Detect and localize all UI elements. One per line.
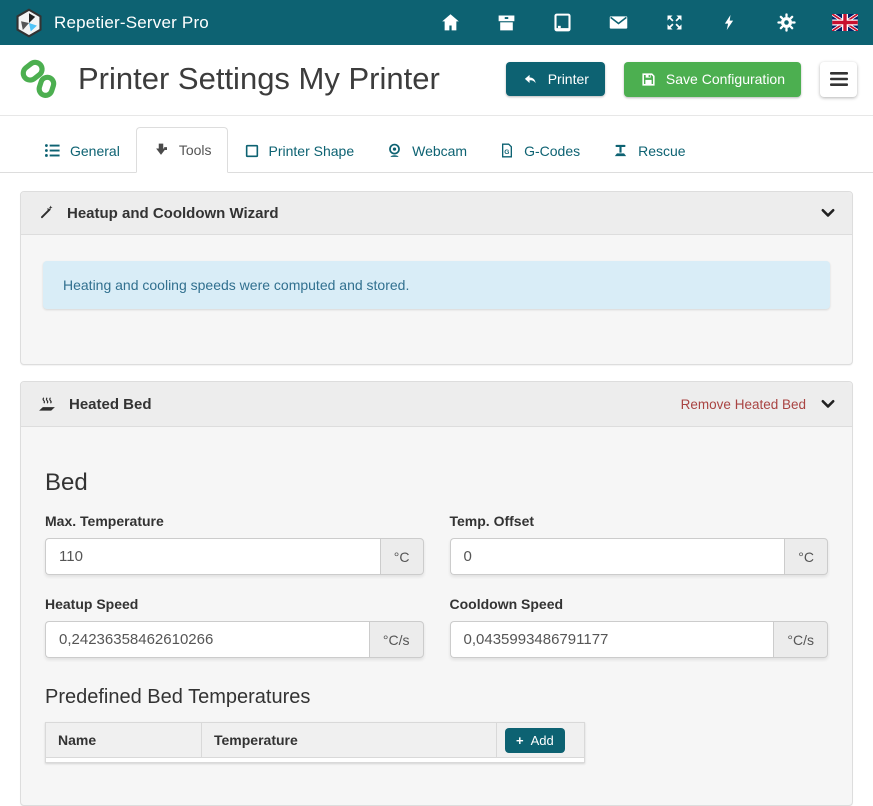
wizard-panel-heading[interactable]: Heatup and Cooldown Wizard [21,192,852,235]
wizard-panel-body: Heating and cooling speeds were computed… [21,235,852,364]
printer-frame-icon[interactable] [552,12,573,33]
page-header: Printer Settings My Printer Printer Save… [0,45,873,116]
heated-bed-panel-title: Heated Bed [69,396,152,413]
list-icon [44,142,61,159]
menu-button[interactable] [820,62,857,97]
main-content: Heatup and Cooldown Wizard Heating and c… [0,173,873,806]
navbar-icons [440,12,858,33]
header-actions: Printer Save Configuration [506,62,857,97]
save-configuration-button[interactable]: Save Configuration [624,62,801,97]
webcam-icon [386,142,403,159]
heatup-speed-label: Heatup Speed [45,596,424,612]
hamburger-icon [830,72,848,86]
temp-offset-unit: °C [784,538,828,575]
max-temperature-label: Max. Temperature [45,513,424,529]
plus-icon: + [516,734,524,747]
chevron-down-icon[interactable] [820,207,836,220]
wizard-panel-title: Heatup and Cooldown Wizard [67,205,279,222]
gear-icon[interactable] [776,12,797,33]
top-navbar: Repetier-Server Pro [0,0,873,45]
temp-offset-input[interactable] [450,538,785,575]
max-temperature-field: Max. Temperature °C [45,513,424,575]
tab-tools[interactable]: Tools [136,127,228,173]
magic-wand-icon [37,204,55,222]
page-title: Printer Settings My Printer [78,61,440,97]
max-temperature-unit: °C [380,538,424,575]
predefined-bed-temperatures-title: Predefined Bed Temperatures [45,686,828,709]
heated-bed-panel-heading[interactable]: Heated Bed Remove Heated Bed [21,382,852,427]
temp-offset-label: Temp. Offset [450,513,829,529]
gcode-file-icon: G [499,142,515,159]
extruder-icon [152,141,170,159]
predefined-temperatures-table: Name Temperature + Add [45,722,585,763]
brand-title: Repetier-Server Pro [54,13,209,33]
svg-text:G: G [504,149,509,156]
bed-fields: Max. Temperature °C Temp. Offset °C Heat… [45,513,828,658]
column-header-temperature: Temperature [202,723,497,758]
tab-gcodes[interactable]: G G-Codes [483,128,596,173]
heatup-speed-input[interactable] [45,621,369,658]
heatup-speed-field: Heatup Speed °C/s [45,596,424,658]
box-icon[interactable] [496,12,517,33]
cooldown-speed-input[interactable] [450,621,774,658]
bed-section-title: Bed [45,469,828,497]
tab-general[interactable]: General [28,128,136,173]
rescue-icon [612,142,629,159]
fullscreen-icon[interactable] [664,12,685,33]
mail-icon[interactable] [608,12,629,33]
temp-offset-field: Temp. Offset °C [450,513,829,575]
brand[interactable]: Repetier-Server Pro [14,8,209,38]
square-outline-icon [244,143,260,159]
empty-table-body [46,758,585,763]
printer-button[interactable]: Printer [506,62,605,96]
home-icon[interactable] [440,12,461,33]
remove-heated-bed-link[interactable]: Remove Heated Bed [681,397,806,412]
settings-tabs: General Tools Printer Shape Webcam [0,116,873,173]
add-temperature-button[interactable]: + Add [505,728,565,753]
back-arrow-icon [522,72,539,87]
cooldown-speed-unit: °C/s [773,621,828,658]
max-temperature-input[interactable] [45,538,380,575]
heatup-speed-unit: °C/s [369,621,424,658]
repetier-logo-icon [14,8,44,38]
floppy-disk-icon [640,71,657,88]
chain-link-icon [18,56,62,102]
heated-bed-panel: Heated Bed Remove Heated Bed Bed Max. Te… [20,381,853,806]
heated-bed-panel-body: Bed Max. Temperature °C Temp. Offset °C [21,427,852,805]
heated-bed-icon [37,394,57,414]
chevron-down-icon[interactable] [820,398,836,411]
cooldown-speed-label: Cooldown Speed [450,596,829,612]
cooldown-speed-field: Cooldown Speed °C/s [450,596,829,658]
tab-printer-shape[interactable]: Printer Shape [228,129,371,173]
column-header-name: Name [46,723,202,758]
tab-rescue[interactable]: Rescue [596,128,701,173]
uk-flag-icon[interactable] [832,12,858,33]
bolt-icon[interactable] [720,12,741,33]
tab-webcam[interactable]: Webcam [370,128,483,173]
info-alert: Heating and cooling speeds were computed… [43,261,830,309]
wizard-panel: Heatup and Cooldown Wizard Heating and c… [20,191,853,365]
